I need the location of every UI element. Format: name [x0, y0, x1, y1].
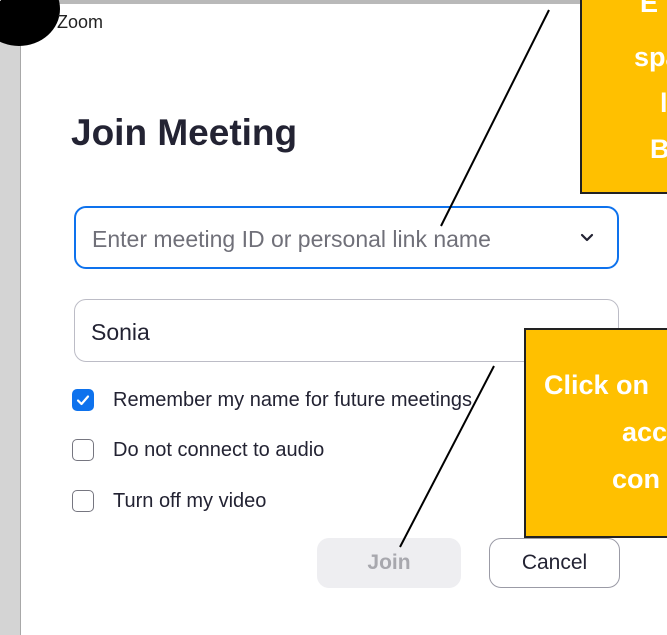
- video-off-label: Turn off my video: [113, 489, 267, 512]
- remember-name-checkbox[interactable]: [72, 389, 94, 411]
- callout-bottom-line: con: [612, 464, 661, 494]
- page-title: Join Meeting: [71, 112, 298, 153]
- callout-top-line: E: [640, 0, 659, 18]
- no-audio-label: Do not connect to audio: [113, 438, 325, 461]
- callout-pointer-top: [440, 9, 550, 227]
- remember-name-option[interactable]: Remember my name for future meetings: [72, 387, 472, 413]
- step-badge: 2: [0, 0, 60, 46]
- app-title: Zoom: [57, 12, 104, 32]
- callout-top: E spa lin Bo: [580, 0, 667, 194]
- remember-name-label: Remember my name for future meetings: [113, 388, 473, 411]
- callout-top-line: lin: [660, 88, 667, 118]
- step-number: 2: [0, 0, 2, 11]
- no-audio-option[interactable]: Do not connect to audio: [72, 437, 324, 463]
- name-value: Sonia: [91, 319, 150, 345]
- callout-bottom: Click on acc con: [524, 328, 667, 538]
- video-off-option[interactable]: Turn off my video: [72, 488, 266, 514]
- video-off-checkbox[interactable]: [72, 490, 94, 512]
- cancel-button[interactable]: Cancel: [489, 538, 620, 588]
- callout-top-line: spa: [634, 42, 667, 72]
- chevron-down-icon[interactable]: [577, 228, 597, 248]
- meeting-id-placeholder: Enter meeting ID or personal link name: [92, 226, 491, 252]
- meeting-id-input[interactable]: Enter meeting ID or personal link name: [74, 206, 619, 269]
- window-left-edge: [0, 0, 21, 635]
- join-button[interactable]: Join: [317, 538, 461, 588]
- check-icon: [76, 395, 90, 406]
- callout-top-line: Bo: [650, 134, 667, 165]
- callout-bottom-line: Click on: [544, 370, 650, 400]
- callout-bottom-line: acc: [622, 417, 667, 447]
- no-audio-checkbox[interactable]: [72, 439, 94, 461]
- window-top-border: [20, 0, 667, 4]
